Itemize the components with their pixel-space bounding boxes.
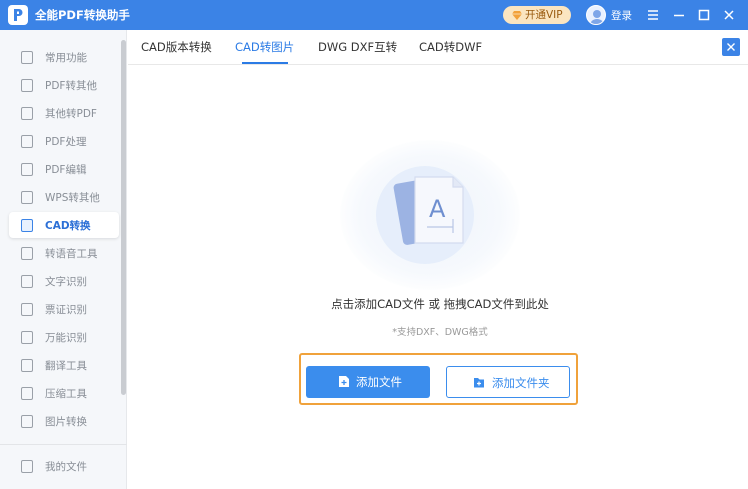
diamond-icon xyxy=(512,11,522,20)
close-icon[interactable] xyxy=(721,7,737,23)
sidebar-item-label: 压缩工具 xyxy=(45,388,87,400)
svg-text:A: A xyxy=(429,195,446,223)
vip-label: 开通VIP xyxy=(525,9,563,21)
app-title: 全能PDF转换助手 xyxy=(35,8,130,22)
sidebar-item-label: 常用功能 xyxy=(45,52,87,64)
sidebar-item-image-convert[interactable]: 图片转换 xyxy=(9,408,119,434)
tab-cad-to-dwf[interactable]: CAD转DWF xyxy=(419,39,482,55)
pdf-process-icon xyxy=(21,135,33,148)
add-folder-label: 添加文件夹 xyxy=(492,376,550,390)
add-file-label: 添加文件 xyxy=(356,375,402,389)
sidebar-item-cad-convert[interactable]: CAD转换 xyxy=(9,212,119,238)
sidebar-item-common[interactable]: 常用功能 xyxy=(9,44,119,70)
sidebar-scrollbar[interactable] xyxy=(121,40,126,395)
title-bar: 全能PDF转换助手 开通VIP 登录 xyxy=(0,0,748,30)
tab-cad-to-image[interactable]: CAD转图片 xyxy=(235,39,294,55)
sidebar-item-my-files[interactable]: 我的文件 xyxy=(9,453,119,479)
vip-button[interactable]: 开通VIP xyxy=(503,6,571,24)
tab-bar: CAD版本转换 CAD转图片 DWG DXF互转 CAD转DWF xyxy=(128,30,748,65)
close-icon xyxy=(727,43,735,51)
pdf-edit-icon xyxy=(21,163,33,176)
add-folder-button[interactable]: 添加文件夹 xyxy=(446,366,570,398)
sidebar-item-label: PDF编辑 xyxy=(45,164,87,176)
sidebar-item-compress[interactable]: 压缩工具 xyxy=(9,380,119,406)
my-files-icon xyxy=(21,460,33,473)
sidebar-item-label: PDF处理 xyxy=(45,136,87,148)
sidebar-item-label: 文字识别 xyxy=(45,276,87,288)
sidebar-item-speech-tools[interactable]: 转语音工具 xyxy=(9,240,119,266)
minimize-icon[interactable] xyxy=(671,7,687,23)
sidebar-item-label: 图片转换 xyxy=(45,416,87,428)
menu-icon[interactable] xyxy=(645,7,661,23)
sidebar-item-pdf-to-other[interactable]: PDF转其他 xyxy=(9,72,119,98)
tab-dwg-dxf[interactable]: DWG DXF互转 xyxy=(318,39,397,55)
login-link[interactable]: 登录 xyxy=(611,8,632,23)
speech-tools-icon xyxy=(21,247,33,260)
sidebar-item-translate[interactable]: 翻译工具 xyxy=(9,352,119,378)
app-logo-icon xyxy=(8,5,28,25)
add-folder-icon xyxy=(474,378,484,388)
maximize-icon[interactable] xyxy=(696,7,712,23)
sidebar-item-label: WPS转其他 xyxy=(45,192,100,204)
wps-to-other-icon xyxy=(21,191,33,204)
other-to-pdf-icon xyxy=(21,107,33,120)
user-icon xyxy=(590,10,604,24)
common-functions-icon xyxy=(21,51,33,64)
text-ocr-icon xyxy=(21,275,33,288)
sidebar-item-pdf-edit[interactable]: PDF编辑 xyxy=(9,156,119,182)
sidebar-item-label: 我的文件 xyxy=(45,461,87,473)
close-panel-button[interactable] xyxy=(722,38,740,56)
cad-convert-icon xyxy=(21,219,33,232)
sidebar-item-text-ocr[interactable]: 文字识别 xyxy=(9,268,119,294)
sidebar-item-label: CAD转换 xyxy=(45,220,91,232)
sidebar-item-label: 翻译工具 xyxy=(45,360,87,372)
active-tab-indicator xyxy=(242,62,288,64)
tab-cad-version[interactable]: CAD版本转换 xyxy=(141,39,212,55)
sidebar-item-label: PDF转其他 xyxy=(45,80,97,92)
sidebar-item-pdf-process[interactable]: PDF处理 xyxy=(9,128,119,154)
compress-icon xyxy=(21,387,33,400)
translate-icon xyxy=(21,359,33,372)
sidebar-item-label: 其他转PDF xyxy=(45,108,97,120)
image-convert-icon xyxy=(21,415,33,428)
avatar[interactable] xyxy=(586,5,606,25)
cad-document-icon: A xyxy=(414,176,464,244)
sidebar-item-label: 转语音工具 xyxy=(45,248,98,260)
sidebar-item-other-to-pdf[interactable]: 其他转PDF xyxy=(9,100,119,126)
sidebar: 常用功能 PDF转其他 其他转PDF PDF处理 PDF编辑 WPS转其他 CA… xyxy=(0,30,127,489)
add-file-button[interactable]: 添加文件 xyxy=(306,366,430,398)
drop-hint: 点击添加CAD文件 或 拖拽CAD文件到此处 xyxy=(331,297,549,311)
sidebar-divider xyxy=(0,444,127,445)
formats-hint: *支持DXF、DWG格式 xyxy=(392,327,488,338)
add-file-icon xyxy=(339,376,349,387)
pdf-to-other-icon xyxy=(21,79,33,92)
sidebar-item-wps-to-other[interactable]: WPS转其他 xyxy=(9,184,119,210)
